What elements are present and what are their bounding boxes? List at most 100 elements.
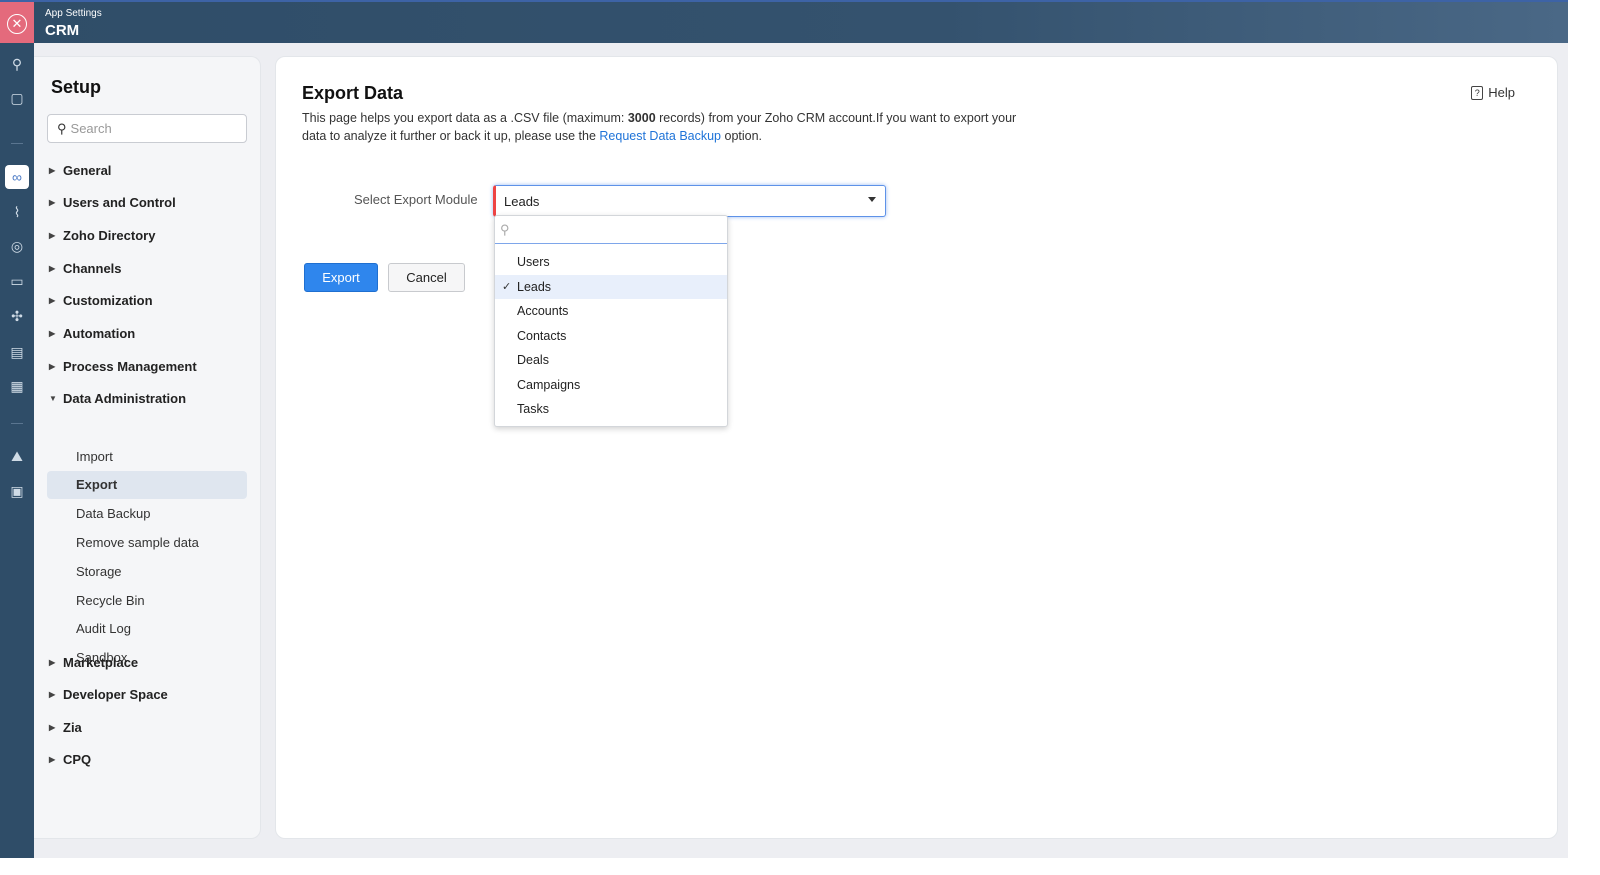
sidebar-item-label: Audit Log [76,621,131,637]
sidebar-item-zia[interactable]: ▶ Zia [47,714,247,740]
module-select[interactable]: Leads [493,185,886,217]
icon-rail: ⚲ ▢ ∞ ⌇ ◎ ▭ ✣ ▤ ▦ ⛰ ▣ [0,43,34,858]
cancel-button[interactable]: Cancel [388,263,465,292]
help-link[interactable]: ? Help [1471,85,1515,100]
sidebar-item-label: Recycle Bin [76,592,145,608]
crm-link-icon[interactable]: ∞ [5,165,29,189]
sidebar-item-label: Data Backup [76,506,151,522]
module-value: Leads [504,193,540,209]
caret-right-icon: ▶ [49,328,56,338]
option-users[interactable]: Users [495,250,727,275]
divider [11,423,23,424]
sidebar-item-automation[interactable]: ▶ Automation [47,320,247,346]
target-icon[interactable]: ◎ [5,234,29,258]
sidebar-item-import[interactable]: Import [47,442,247,470]
setup-title: Setup [51,77,102,97]
sidebar-item-channels[interactable]: ▶ Channels [47,255,247,281]
option-contacts[interactable]: Contacts [495,324,727,349]
sidebar-item-developer-space[interactable]: ▶ Developer Space [47,681,247,707]
app-frame: ✕ App Settings CRM ⚲ ▢ ∞ ⌇ ◎ ▭ ✣ ▤ ▦ ⛰ ▣… [0,0,1568,858]
sidebar-item-customization[interactable]: ▶ Customization [47,287,247,313]
option-leads[interactable]: ✓ Leads [495,274,727,299]
desc-text: option. [721,129,763,143]
caret-down-icon: ▼ [49,393,57,403]
sidebar-item-label: General [63,162,112,178]
sidebar-item-label: Export [76,477,118,493]
page-title: Export Data [302,83,404,103]
sidebar-item-process-management[interactable]: ▶ Process Management [47,353,247,379]
option-deals[interactable]: Deals [495,348,727,373]
sidebar-item-label: CPQ [63,751,92,767]
board-icon[interactable]: ▣ [5,479,29,503]
top-bar: ✕ App Settings CRM [0,0,1568,45]
search-icon: ⚲ [57,120,67,136]
sidebar-item-general[interactable]: ▶ General [47,157,247,183]
export-button[interactable]: Export [304,263,378,292]
notes-icon[interactable]: ▢ [5,86,29,110]
sidebar-item-label: Channels [63,260,122,276]
sidebar-item-label: Remove sample data [76,534,199,550]
sidebar-item-label: Developer Space [63,686,168,702]
sidebar-item-marketplace[interactable]: ▶ Marketplace [47,649,247,675]
option-tasks[interactable]: Tasks [495,397,727,422]
option-label: Campaigns [517,377,581,392]
main-panel: Export Data ? Help This page helps you ex… [275,56,1558,839]
sidebar-item-data-administration[interactable]: ▼ Data Administration [47,385,247,411]
search-icon[interactable]: ⚲ [5,52,29,76]
search-input[interactable] [70,121,231,136]
sidebar-item-remove-sample-data[interactable]: Remove sample data [47,528,247,556]
sidebar-item-label: Marketplace [63,654,139,670]
sidebar-item-label: Process Management [63,358,197,374]
dropdown-search-input[interactable] [513,222,714,237]
analytics-folder-icon[interactable]: ▤ [5,340,29,364]
sidebar-item-label: Customization [63,292,153,308]
help-label: Help [1488,85,1515,100]
close-button[interactable]: ✕ [0,2,34,45]
dropdown-search[interactable]: ⚲ [495,216,727,244]
caret-right-icon: ▶ [49,295,56,305]
sidebar-item-label: Data Administration [63,390,187,406]
sidebar-item-recycle-bin[interactable]: Recycle Bin [47,586,247,614]
setup-search[interactable]: ⚲ [47,114,247,143]
option-campaigns[interactable]: Campaigns [495,373,727,398]
caret-right-icon: ▶ [49,230,56,240]
option-label: Users [517,255,550,270]
option-accounts[interactable]: Accounts [495,299,727,324]
chevron-down-icon [868,197,876,202]
divider [11,143,23,144]
desc-text: This page helps you export data as a .CS… [302,111,628,125]
module-label: Select Export Module [354,192,478,207]
sidebar-item-users-and-control[interactable]: ▶ Users and Control [47,189,247,215]
sidebar-item-label: Users and Control [63,194,176,210]
sidebar-item-label: Automation [63,325,136,341]
flow-icon[interactable]: ⌇ [5,200,29,224]
check-icon: ✓ [502,281,512,294]
sidebar-item-data-backup[interactable]: Data Backup [47,500,247,528]
documents-icon[interactable]: ▦ [5,374,29,398]
chat-icon[interactable]: ▭ [5,269,29,293]
option-label: Contacts [517,328,567,343]
page-description: This page helps you export data as a .CS… [302,109,1042,145]
sidebar-item-audit-log[interactable]: Audit Log [47,615,247,643]
setup-sidebar: Setup ⚲ ▶ General ▶ Users and Control ▶ Zoho … [34,56,261,839]
sidebar-item-zoho-directory[interactable]: ▶ Zoho Directory [47,222,247,248]
module-dropdown: ⚲ Users ✓ Leads Accounts Contacts Deals Campai… [494,215,728,427]
option-label: Deals [517,353,549,368]
help-icon: ? [1471,85,1484,100]
app-title: CRM [45,22,80,39]
puzzle-icon[interactable]: ✣ [5,304,29,328]
sidebar-item-storage[interactable]: Storage [47,557,247,585]
caret-right-icon: ▶ [49,361,56,371]
option-label: Leads [517,279,552,294]
sidebar-item-export[interactable]: Export [47,470,247,499]
caret-right-icon: ▶ [49,754,56,764]
close-icon: ✕ [7,13,27,34]
request-data-backup-link[interactable]: Request Data Backup [599,129,721,143]
mountain-icon[interactable]: ⛰ [5,444,29,468]
caret-right-icon: ▶ [49,165,56,175]
option-label: Tasks [517,402,549,417]
app-subtitle: App Settings [45,8,102,19]
sidebar-item-cpq[interactable]: ▶ CPQ [47,746,247,772]
sidebar-item-label: Storage [76,563,122,579]
sidebar-item-label: Import [76,448,113,464]
